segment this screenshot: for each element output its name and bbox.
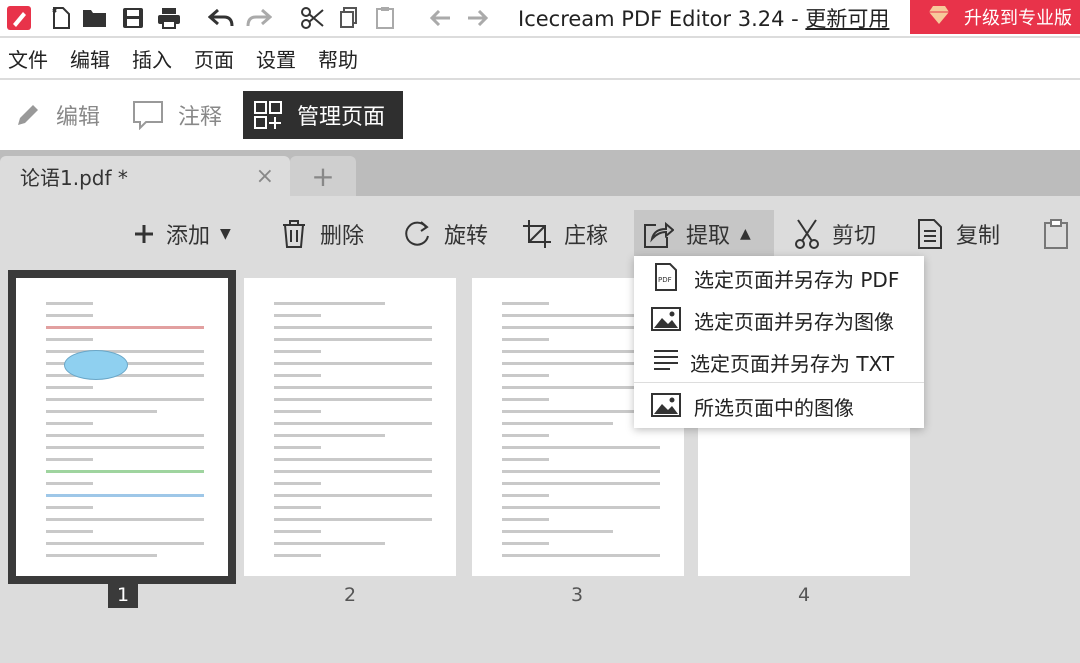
extract-as-txt-item[interactable]: 选定页面并另存为 TXT xyxy=(634,340,924,382)
save-icon[interactable] xyxy=(120,5,146,31)
update-available-link[interactable]: 更新可用 xyxy=(805,7,889,31)
copy-icon[interactable] xyxy=(336,5,362,31)
scissors-icon xyxy=(794,219,820,249)
menu-file[interactable]: 文件 xyxy=(8,44,48,73)
extract-as-image-item[interactable]: 选定页面并另存为图像 xyxy=(634,298,924,340)
title-bar: Icecream PDF Editor 3.24 - 更新可用 升级到专业版 xyxy=(0,0,1080,36)
extract-as-txt-label: 选定页面并另存为 TXT xyxy=(690,352,895,376)
diamond-icon xyxy=(928,5,950,30)
page-number-1: 1 xyxy=(108,584,138,608)
forward-arrow-icon[interactable] xyxy=(464,5,490,31)
extract-as-pdf-label: 选定页面并另存为 PDF xyxy=(694,268,900,292)
ellipse-annotation xyxy=(64,350,128,380)
clipboard-icon xyxy=(1042,218,1070,250)
caret-down-icon: ▼ xyxy=(220,226,231,242)
add-label: 添加 xyxy=(166,224,211,249)
svg-text:PDF: PDF xyxy=(658,276,672,284)
pdf-file-icon: PDF xyxy=(650,263,682,291)
plus-icon: + xyxy=(311,159,335,193)
document-tab-bar: 论语1.pdf * × + xyxy=(0,150,1080,196)
mode-annotate-label: 注释 xyxy=(178,105,223,130)
pencil-icon xyxy=(14,101,42,129)
print-icon[interactable] xyxy=(156,5,182,31)
document-tab[interactable]: 论语1.pdf * × xyxy=(0,156,290,196)
mode-bar: 编辑 注释 管理页面 xyxy=(0,80,1080,150)
mode-annotate-button[interactable]: 注释 xyxy=(122,91,232,139)
page-thumbnail-2[interactable] xyxy=(244,278,456,576)
menu-edit[interactable]: 编辑 xyxy=(70,44,110,73)
new-tab-button[interactable]: + xyxy=(290,156,356,196)
page-number-2: 2 xyxy=(343,584,357,606)
redo-icon[interactable] xyxy=(246,5,272,31)
image-icon xyxy=(650,305,682,333)
add-page-button[interactable]: 添加 ▼ xyxy=(126,210,239,258)
extract-as-image-label: 选定页面并另存为图像 xyxy=(694,310,894,334)
cut-icon[interactable] xyxy=(300,5,326,31)
crop-label: 庄稼 xyxy=(564,224,609,249)
extract-label: 提取 xyxy=(686,224,731,249)
speech-bubble-icon xyxy=(132,100,164,130)
app-title: Icecream PDF Editor 3.24 xyxy=(518,7,785,31)
window-title: Icecream PDF Editor 3.24 - 更新可用 xyxy=(518,3,889,33)
document-tab-label: 论语1.pdf * xyxy=(20,165,128,190)
mode-manage-label: 管理页面 xyxy=(297,105,386,130)
mode-edit-label: 编辑 xyxy=(56,105,101,130)
open-folder-icon[interactable] xyxy=(82,5,108,31)
crop-icon xyxy=(522,219,552,249)
upgrade-label: 升级到专业版 xyxy=(964,8,1072,29)
extract-as-pdf-item[interactable]: PDF 选定页面并另存为 PDF xyxy=(634,256,924,298)
rotate-page-button[interactable]: 旋转 xyxy=(394,210,496,258)
delete-label: 删除 xyxy=(320,224,365,249)
close-tab-icon[interactable]: × xyxy=(256,164,274,189)
cut-page-button[interactable]: 剪切 xyxy=(786,210,884,258)
image-icon xyxy=(650,391,682,419)
plus-icon xyxy=(134,224,154,244)
menu-help[interactable]: 帮助 xyxy=(318,44,358,73)
page-number-4: 4 xyxy=(797,584,811,606)
rotate-icon xyxy=(402,219,432,249)
paste-page-button[interactable] xyxy=(1034,210,1080,258)
mode-manage-pages-button[interactable]: 管理页面 xyxy=(243,91,403,139)
back-arrow-icon[interactable] xyxy=(428,5,454,31)
page-number-3: 3 xyxy=(570,584,584,606)
caret-up-icon: ▲ xyxy=(740,226,751,242)
upgrade-button[interactable]: 升级到专业版 xyxy=(910,0,1080,34)
menu-divider xyxy=(634,382,924,383)
share-export-icon xyxy=(642,219,674,249)
extract-images-label: 所选页面中的图像 xyxy=(694,396,854,420)
extract-images-item[interactable]: 所选页面中的图像 xyxy=(634,384,924,426)
cut-label: 剪切 xyxy=(832,224,877,249)
page-toolbar: 添加 ▼ 删除 旋转 庄稼 提取 ▲ 剪切 复制 xyxy=(0,208,1080,260)
mode-edit-button[interactable]: 编辑 xyxy=(4,91,110,139)
extract-button[interactable]: 提取 ▲ xyxy=(634,210,774,258)
menu-insert[interactable]: 插入 xyxy=(132,44,172,73)
rotate-label: 旋转 xyxy=(444,224,489,249)
app-logo-icon xyxy=(6,5,32,31)
menu-settings[interactable]: 设置 xyxy=(256,44,296,73)
new-file-icon[interactable] xyxy=(48,5,74,31)
copy-page-button[interactable]: 复制 xyxy=(908,210,1008,258)
page-content-preview xyxy=(274,302,432,566)
title-separator: - xyxy=(784,7,806,31)
delete-page-button[interactable]: 删除 xyxy=(272,210,372,258)
paste-icon[interactable] xyxy=(372,5,398,31)
copy-label: 复制 xyxy=(956,224,1001,249)
document-copy-icon xyxy=(916,218,944,250)
page-grid-icon xyxy=(253,100,283,130)
undo-icon[interactable] xyxy=(208,5,234,31)
page-thumbnail-1[interactable] xyxy=(16,278,228,576)
menu-page[interactable]: 页面 xyxy=(194,44,234,73)
trash-icon xyxy=(280,219,308,249)
crop-page-button[interactable]: 庄稼 xyxy=(514,210,616,258)
page-content-preview xyxy=(46,302,204,566)
menu-bar: 文件 编辑 插入 页面 设置 帮助 xyxy=(0,38,1080,78)
extract-dropdown-menu: PDF 选定页面并另存为 PDF 选定页面并另存为图像 选定页面并另存为 TXT… xyxy=(634,256,924,428)
text-lines-icon xyxy=(650,347,682,375)
